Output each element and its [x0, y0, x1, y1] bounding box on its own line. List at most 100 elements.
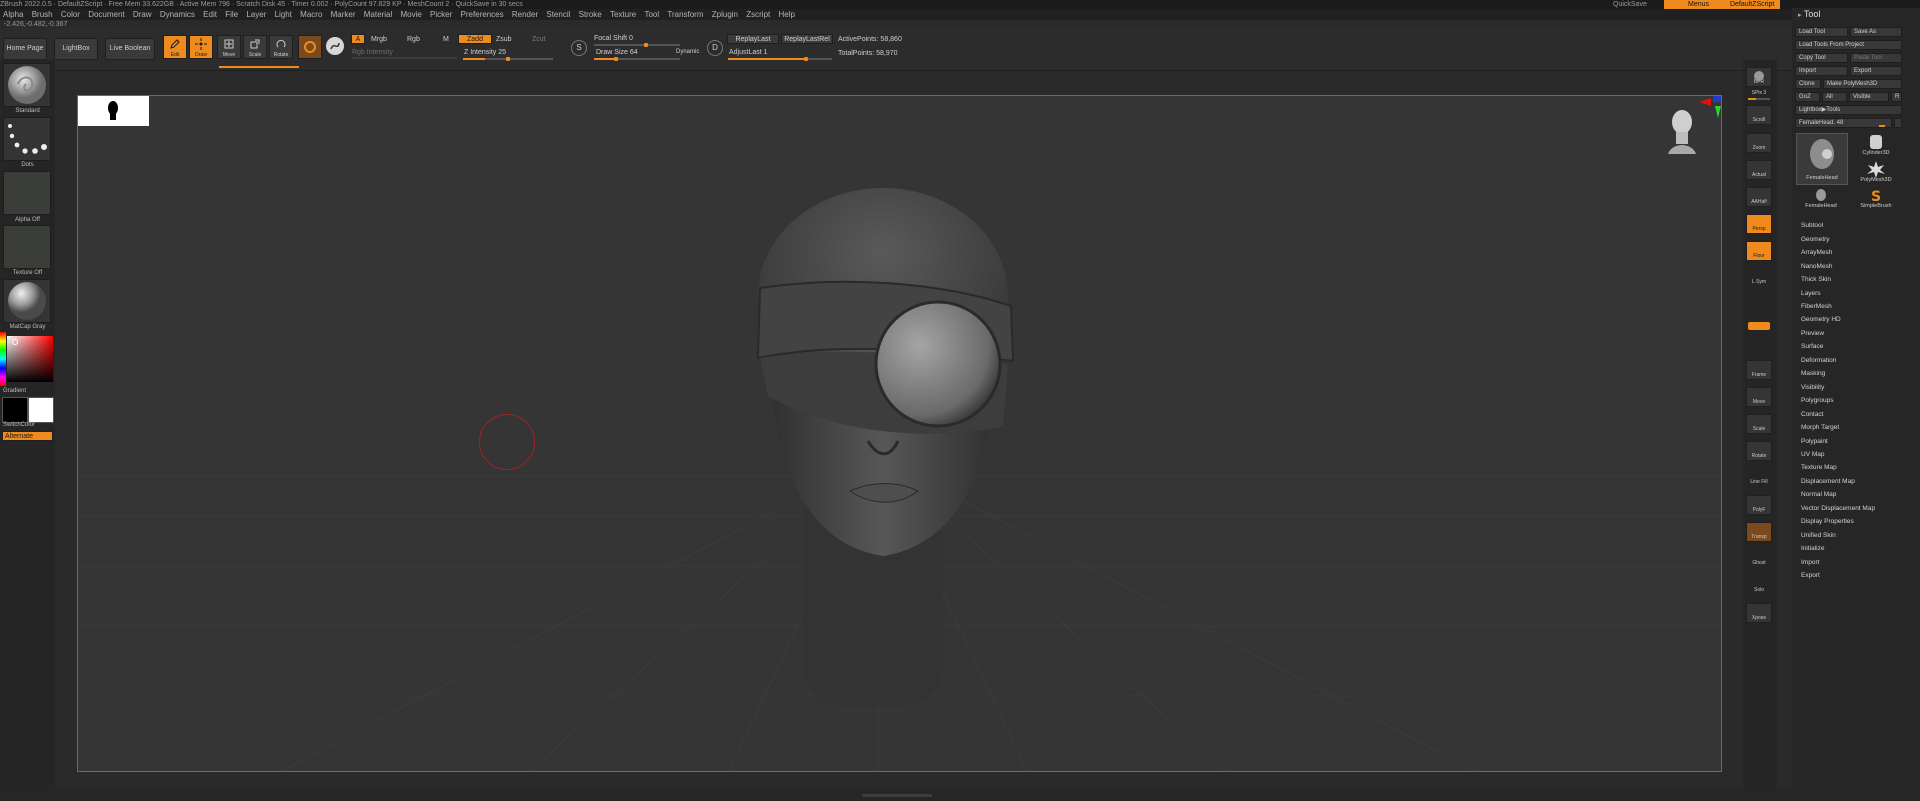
- menu-transform[interactable]: Transform: [667, 10, 703, 19]
- script-label[interactable]: DefaultZScript: [1724, 0, 1781, 9]
- menu-picker[interactable]: Picker: [430, 10, 452, 19]
- subpalette-deformation[interactable]: Deformation: [1801, 357, 1836, 364]
- m-toggle[interactable]: M: [443, 36, 449, 43]
- color-picker[interactable]: [0, 332, 55, 386]
- clone-button[interactable]: Clone: [1795, 79, 1821, 89]
- rotate-view-button[interactable]: Rotate: [1746, 441, 1772, 461]
- zsub-toggle[interactable]: Zsub: [496, 36, 512, 43]
- lightbox-tools-button[interactable]: Lightbox▶Tools: [1795, 105, 1902, 115]
- tool-thumb-polymesh3d[interactable]: PolyMesh3D: [1850, 160, 1902, 185]
- menu-brush[interactable]: Brush: [32, 10, 53, 19]
- menu-edit[interactable]: Edit: [203, 10, 217, 19]
- tool-thumb-cylinder3d[interactable]: Cylinder3D: [1850, 133, 1902, 158]
- material-thumbnail[interactable]: [3, 279, 51, 323]
- actual-button[interactable]: Actual: [1746, 160, 1772, 180]
- subpalette-initialize[interactable]: Initialize: [1801, 545, 1824, 552]
- current-tool-slider[interactable]: FemaleHead. 48: [1795, 118, 1892, 128]
- tool-thumb-femalehead-active[interactable]: FemaleHead: [1796, 133, 1848, 185]
- persp-button[interactable]: Persp: [1746, 214, 1772, 234]
- menu-macro[interactable]: Macro: [300, 10, 322, 19]
- save-as-button[interactable]: Save As: [1850, 27, 1902, 37]
- export-button[interactable]: Export: [1850, 66, 1902, 76]
- subpalette-polypaint[interactable]: Polypaint: [1801, 438, 1828, 445]
- menu-color[interactable]: Color: [61, 10, 80, 19]
- z-intensity-slider[interactable]: [463, 57, 553, 61]
- alpha-thumbnail[interactable]: [3, 171, 51, 215]
- palette-collapse-icon[interactable]: ▸: [1798, 12, 1802, 19]
- zadd-toggle[interactable]: Zadd: [458, 34, 492, 44]
- edit-button[interactable]: Edit: [163, 35, 187, 59]
- menu-file[interactable]: File: [225, 10, 238, 19]
- current-tool-r-button[interactable]: [1894, 118, 1902, 128]
- menu-stencil[interactable]: Stencil: [546, 10, 570, 19]
- ghost-button[interactable]: Ghost: [1746, 549, 1772, 569]
- main-color-swatch[interactable]: [2, 397, 28, 423]
- stroke-dynamics-icon[interactable]: S: [571, 40, 587, 56]
- zoom-button[interactable]: Zoom: [1746, 133, 1772, 153]
- menu-help[interactable]: Help: [778, 10, 794, 19]
- switch-color-button[interactable]: SwitchColor: [3, 422, 58, 428]
- menu-render[interactable]: Render: [512, 10, 538, 19]
- tool-thumb-femalehead[interactable]: FemaleHead: [1796, 188, 1846, 212]
- subpalette-subtool[interactable]: Subtool: [1801, 222, 1823, 229]
- goz-all-button[interactable]: All: [1822, 92, 1847, 102]
- goz-r-button[interactable]: R: [1891, 92, 1902, 102]
- menu-document[interactable]: Document: [88, 10, 124, 19]
- menu-zplugin[interactable]: Zplugin: [712, 10, 738, 19]
- subpalette-contact[interactable]: Contact: [1801, 411, 1823, 418]
- spix-slider[interactable]: [1748, 98, 1770, 100]
- draw-button[interactable]: Draw: [189, 35, 213, 59]
- scale-view-button[interactable]: Scale: [1746, 414, 1772, 434]
- xyz-toggle[interactable]: [1748, 322, 1770, 330]
- menu-alpha[interactable]: Alpha: [3, 10, 23, 19]
- stroke-thumbnail[interactable]: [3, 117, 51, 161]
- scroll-button[interactable]: Scroll: [1746, 105, 1772, 125]
- xpose-button[interactable]: Xpose: [1746, 603, 1772, 623]
- menu-tool[interactable]: Tool: [644, 10, 659, 19]
- dynamic-toggle[interactable]: Dynamic: [676, 49, 699, 55]
- lsym-button[interactable]: L.Sym: [1746, 268, 1772, 288]
- focal-shift-slider[interactable]: [594, 43, 680, 47]
- move-button[interactable]: Move: [217, 35, 241, 59]
- live-boolean-button[interactable]: Live Boolean: [105, 38, 155, 60]
- menu-texture[interactable]: Texture: [610, 10, 636, 19]
- paste-tool-button[interactable]: Paste Tool: [1850, 53, 1902, 63]
- document-canvas[interactable]: [77, 95, 1722, 772]
- subpalette-fibermesh[interactable]: FiberMesh: [1801, 303, 1832, 310]
- menu-movie[interactable]: Movie: [400, 10, 421, 19]
- zcut-toggle[interactable]: Zcut: [532, 36, 546, 43]
- subpalette-nanomesh[interactable]: NanoMesh: [1801, 263, 1832, 270]
- replay-last-button[interactable]: ReplayLast: [727, 34, 779, 44]
- sculptris-pro-button[interactable]: [298, 35, 322, 59]
- menu-zscript[interactable]: Zscript: [746, 10, 770, 19]
- subpalette-import[interactable]: Import: [1801, 559, 1819, 566]
- transp-button[interactable]: Transp: [1746, 522, 1772, 542]
- menu-light[interactable]: Light: [275, 10, 292, 19]
- subpalette-layers[interactable]: Layers: [1801, 290, 1821, 297]
- lightbox-button[interactable]: LightBox: [54, 38, 98, 60]
- rgb-intensity-slider[interactable]: [352, 57, 457, 59]
- menu-stroke[interactable]: Stroke: [579, 10, 602, 19]
- replay-last-rel-button[interactable]: ReplayLastRel: [781, 34, 833, 44]
- subpalette-display-properties[interactable]: Display Properties: [1801, 518, 1854, 525]
- lock-button[interactable]: [1746, 295, 1772, 315]
- menu-layer[interactable]: Layer: [246, 10, 266, 19]
- move-view-button[interactable]: Move: [1746, 387, 1772, 407]
- dynamic-subdiv-icon[interactable]: D: [707, 40, 723, 56]
- aahalf-button[interactable]: AAHalf: [1746, 187, 1772, 207]
- goz-visible-button[interactable]: Visible: [1849, 92, 1889, 102]
- subpalette-vector-displacement-map[interactable]: Vector Displacement Map: [1801, 505, 1875, 512]
- subpalette-polygroups[interactable]: Polygroups: [1801, 397, 1834, 404]
- scale-button[interactable]: Scale: [243, 35, 267, 59]
- floor-button[interactable]: Floor: [1746, 241, 1772, 261]
- import-button[interactable]: Import: [1795, 66, 1848, 76]
- home-page-button[interactable]: Home Page: [3, 38, 47, 60]
- menu-preferences[interactable]: Preferences: [461, 10, 504, 19]
- bpr-button[interactable]: BPR: [1746, 67, 1772, 87]
- goz-button[interactable]: GoZ: [1795, 92, 1820, 102]
- adjust-last-slider[interactable]: [728, 57, 832, 61]
- subpalette-masking[interactable]: Masking: [1801, 370, 1825, 377]
- load-tools-from-project-button[interactable]: Load Tools From Project: [1795, 40, 1902, 50]
- subpalette-arraymesh[interactable]: ArrayMesh: [1801, 249, 1832, 256]
- subpalette-preview[interactable]: Preview: [1801, 330, 1824, 337]
